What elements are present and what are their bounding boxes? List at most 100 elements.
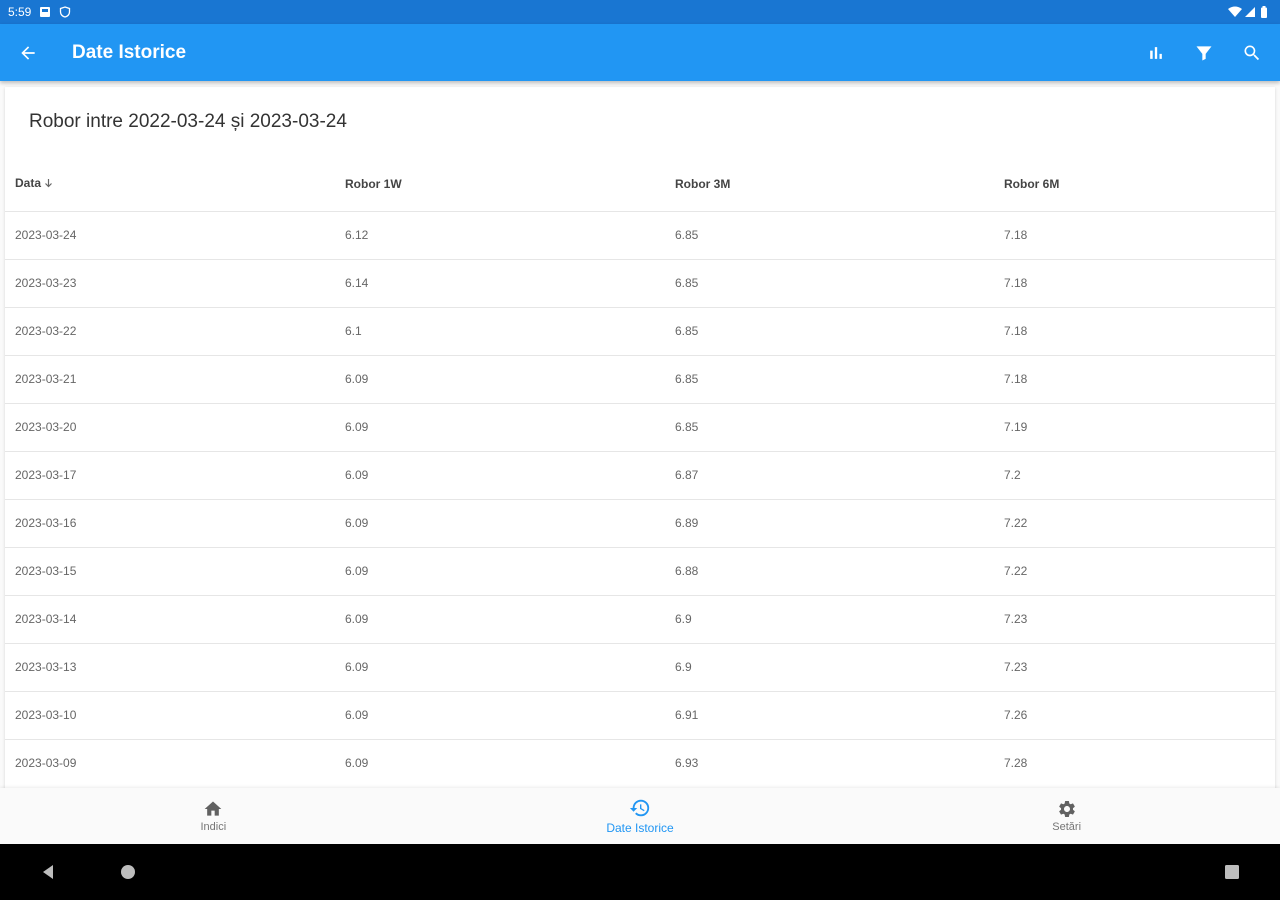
filter-icon bbox=[1196, 45, 1212, 60]
cell-robor-1w: 6.09 bbox=[335, 498, 665, 547]
cell-date: 2023-03-14 bbox=[5, 594, 335, 643]
cell-robor-3m: 6.85 bbox=[665, 258, 994, 307]
table-row[interactable]: 2023-03-24 6.12 6.85 7.18 bbox=[5, 210, 1275, 259]
table-row[interactable]: 2023-03-10 6.09 6.91 7.26 bbox=[5, 690, 1275, 739]
cell-robor-3m: 6.89 bbox=[665, 498, 994, 547]
back-button[interactable] bbox=[0, 25, 56, 81]
system-recents-button[interactable] bbox=[1222, 862, 1242, 882]
cell-date: 2023-03-24 bbox=[5, 210, 335, 259]
cell-robor-3m: 6.88 bbox=[665, 546, 994, 595]
bottom-navigation: Indici Date Istorice Setări bbox=[0, 788, 1280, 844]
table-row[interactable]: 2023-03-17 6.09 6.87 7.2 bbox=[5, 450, 1275, 499]
wifi-icon bbox=[1228, 6, 1242, 18]
cell-robor-3m: 6.85 bbox=[665, 354, 994, 403]
cell-robor-1w: 6.14 bbox=[335, 258, 665, 307]
cell-robor-1w: 6.12 bbox=[335, 210, 665, 259]
nav-item-setari[interactable]: Setări bbox=[853, 788, 1280, 844]
home-icon bbox=[204, 801, 222, 816]
nav-item-date-istorice[interactable]: Date Istorice bbox=[427, 788, 854, 844]
history-icon bbox=[629, 799, 650, 817]
arrow-back-icon bbox=[21, 45, 35, 60]
table-row[interactable]: 2023-03-22 6.1 6.85 7.18 bbox=[5, 306, 1275, 355]
bar-chart-icon bbox=[1150, 46, 1162, 59]
cell-robor-3m: 6.93 bbox=[665, 738, 994, 787]
circle-home-icon bbox=[121, 865, 135, 879]
nav-label: Setări bbox=[1052, 821, 1082, 833]
cell-robor-1w: 6.09 bbox=[335, 354, 665, 403]
main-content[interactable]: Robor intre 2022-03-24 și 2023-03-24 Dat… bbox=[0, 81, 1280, 788]
cell-robor-3m: 6.91 bbox=[665, 690, 994, 739]
table-row[interactable]: 2023-03-15 6.09 6.88 7.22 bbox=[5, 546, 1275, 595]
cell-date: 2023-03-10 bbox=[5, 690, 335, 739]
cell-robor-1w: 6.09 bbox=[335, 450, 665, 499]
cell-date: 2023-03-22 bbox=[5, 306, 335, 355]
cell-robor-3m: 6.9 bbox=[665, 642, 994, 691]
status-right bbox=[1228, 6, 1272, 18]
filter-button[interactable] bbox=[1180, 29, 1228, 77]
cell-robor-1w: 6.09 bbox=[335, 594, 665, 643]
triangle-back-icon bbox=[43, 865, 53, 879]
column-header-robor-6m[interactable]: Robor 6M bbox=[994, 157, 1275, 211]
cell-robor-6m: 7.18 bbox=[994, 354, 1275, 403]
signal-icon bbox=[1244, 6, 1256, 18]
toolbar-actions bbox=[1132, 29, 1276, 77]
table-row[interactable]: 2023-03-20 6.09 6.85 7.19 bbox=[5, 402, 1275, 451]
cell-date: 2023-03-16 bbox=[5, 498, 335, 547]
cell-robor-3m: 6.85 bbox=[665, 210, 994, 259]
app-bar: Date Istorice bbox=[0, 24, 1280, 81]
cell-date: 2023-03-21 bbox=[5, 354, 335, 403]
system-navigation-bar bbox=[0, 844, 1280, 900]
data-card: Robor intre 2022-03-24 și 2023-03-24 Dat… bbox=[5, 87, 1275, 788]
cell-robor-1w: 6.09 bbox=[335, 738, 665, 787]
table-row[interactable]: 2023-03-13 6.09 6.9 7.23 bbox=[5, 642, 1275, 691]
cell-robor-3m: 6.87 bbox=[665, 450, 994, 499]
table-row[interactable]: 2023-03-21 6.09 6.85 7.18 bbox=[5, 354, 1275, 403]
cell-robor-3m: 6.85 bbox=[665, 402, 994, 451]
cell-robor-6m: 7.23 bbox=[994, 594, 1275, 643]
notification-icon bbox=[39, 6, 51, 18]
cell-date: 2023-03-20 bbox=[5, 402, 335, 451]
system-back-button[interactable] bbox=[38, 862, 58, 882]
gear-icon bbox=[1058, 801, 1075, 817]
shield-icon bbox=[59, 6, 71, 18]
column-header-data[interactable]: Data bbox=[5, 157, 335, 211]
cell-robor-6m: 7.23 bbox=[994, 642, 1275, 691]
column-header-robor-3m[interactable]: Robor 3M bbox=[665, 157, 994, 211]
table-header-row: Data Robor 1W Robor 3M Robor 6M bbox=[5, 157, 1275, 211]
cell-robor-1w: 6.09 bbox=[335, 546, 665, 595]
cell-robor-3m: 6.9 bbox=[665, 594, 994, 643]
status-time: 5:59 bbox=[8, 5, 32, 19]
table-row[interactable]: 2023-03-16 6.09 6.89 7.22 bbox=[5, 498, 1275, 547]
cell-robor-6m: 7.2 bbox=[994, 450, 1275, 499]
cell-robor-6m: 7.28 bbox=[994, 738, 1275, 787]
square-recents-icon bbox=[1225, 865, 1239, 879]
cell-robor-1w: 6.09 bbox=[335, 642, 665, 691]
search-button[interactable] bbox=[1228, 29, 1276, 77]
cell-date: 2023-03-09 bbox=[5, 738, 335, 787]
cell-robor-6m: 7.18 bbox=[994, 210, 1275, 259]
cell-robor-1w: 6.1 bbox=[335, 306, 665, 355]
chart-button[interactable] bbox=[1132, 29, 1180, 77]
status-bar: 5:59 bbox=[0, 0, 1280, 24]
cell-robor-6m: 7.26 bbox=[994, 690, 1275, 739]
arrow-down-icon bbox=[44, 177, 53, 191]
cell-date: 2023-03-23 bbox=[5, 258, 335, 307]
table-row[interactable]: 2023-03-09 6.09 6.93 7.28 bbox=[5, 738, 1275, 787]
nav-item-indici[interactable]: Indici bbox=[0, 788, 427, 844]
cell-robor-6m: 7.22 bbox=[994, 498, 1275, 547]
column-header-robor-1w[interactable]: Robor 1W bbox=[335, 157, 665, 211]
cell-date: 2023-03-17 bbox=[5, 450, 335, 499]
cell-robor-6m: 7.18 bbox=[994, 306, 1275, 355]
nav-label: Indici bbox=[200, 821, 227, 833]
card-title: Robor intre 2022-03-24 și 2023-03-24 bbox=[29, 111, 347, 132]
system-home-button[interactable] bbox=[118, 862, 138, 882]
table-row[interactable]: 2023-03-14 6.09 6.9 7.23 bbox=[5, 594, 1275, 643]
cell-robor-1w: 6.09 bbox=[335, 402, 665, 451]
battery-icon bbox=[1260, 6, 1272, 18]
table-row[interactable]: 2023-03-23 6.14 6.85 7.18 bbox=[5, 258, 1275, 307]
cell-date: 2023-03-13 bbox=[5, 642, 335, 691]
page-title: Date Istorice bbox=[72, 41, 187, 63]
data-table: Data Robor 1W Robor 3M Robor 6M 2023-03-… bbox=[5, 157, 1275, 787]
cell-robor-1w: 6.09 bbox=[335, 690, 665, 739]
cell-robor-6m: 7.18 bbox=[994, 258, 1275, 307]
